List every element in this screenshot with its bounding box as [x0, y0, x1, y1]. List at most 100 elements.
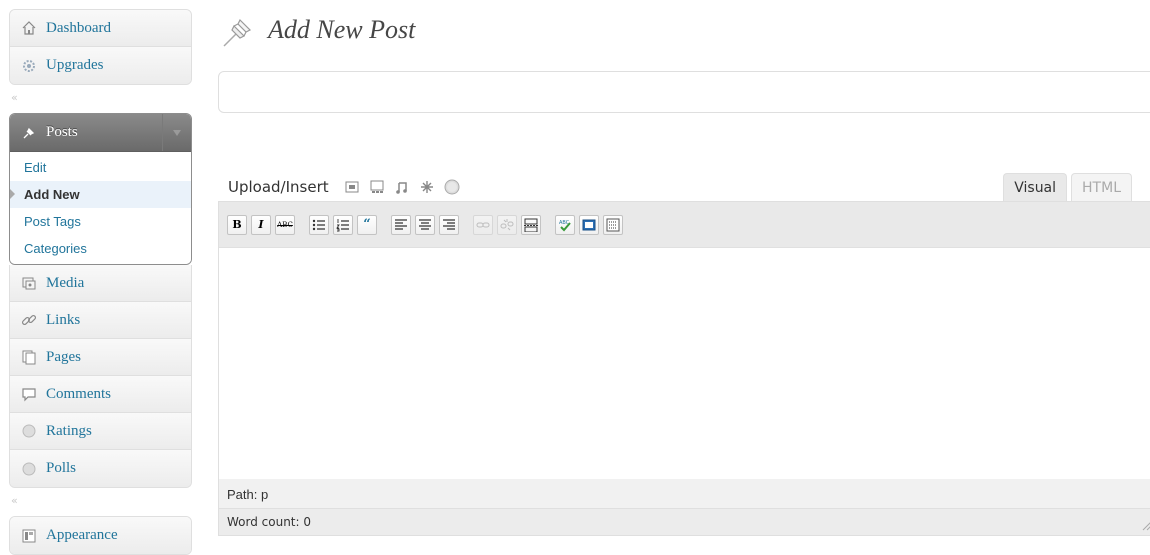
submenu-item-post-tags[interactable]: Post Tags	[10, 208, 191, 235]
kitchen-sink-button[interactable]	[603, 214, 623, 235]
sidebar-item-comments[interactable]: Comments	[10, 376, 191, 413]
content-menu-group: Media Links Pages Comments Ratings Polls	[9, 265, 192, 488]
editor-content-area[interactable]	[219, 248, 1150, 478]
submenu-item-label: Add New	[24, 187, 80, 202]
word-count-bar: Word count: 0	[218, 508, 1150, 536]
submenu-item-categories[interactable]: Categories	[10, 235, 191, 262]
top-menu-group: Dashboard Upgrades	[9, 9, 192, 85]
sidebar-item-label: Appearance	[46, 527, 118, 543]
collapse-menu-arrow[interactable]: «	[11, 91, 18, 104]
circle-icon	[20, 422, 38, 440]
post-editor: B I ABC “ ABC Path: p	[218, 201, 1150, 509]
sidebar-item-label: Media	[46, 274, 85, 291]
align-center-icon	[419, 218, 431, 230]
kitchen-sink-icon	[606, 218, 620, 231]
page-header: Add New Post	[218, 10, 415, 50]
align-left-icon	[395, 218, 407, 230]
upload-insert-label: Upload/Insert	[228, 178, 329, 196]
sidebar-item-label: Posts	[46, 124, 78, 140]
sidebar-item-upgrades[interactable]: Upgrades	[10, 47, 191, 84]
numbered-list-button[interactable]	[333, 214, 353, 235]
collapse-menu-arrow[interactable]: «	[11, 494, 18, 507]
image-icon[interactable]	[344, 179, 360, 195]
sparkle-icon[interactable]	[419, 179, 435, 195]
gear-icon	[20, 57, 38, 75]
sidebar-item-ratings[interactable]: Ratings	[10, 413, 191, 450]
insert-link-button[interactable]	[473, 214, 493, 235]
tab-html[interactable]: HTML	[1071, 173, 1132, 201]
sidebar-item-label: Ratings	[46, 422, 92, 439]
circle-icon[interactable]	[444, 179, 460, 195]
align-left-button[interactable]	[391, 214, 411, 235]
strikethrough-button[interactable]: ABC	[275, 214, 295, 235]
posts-toggle-button[interactable]	[162, 114, 191, 151]
unlink-icon	[500, 218, 514, 230]
submenu-item-label: Categories	[24, 241, 87, 256]
editor-path-bar: Path: p	[219, 479, 1150, 509]
page-title: Add New Post	[268, 15, 416, 44]
sidebar-item-links[interactable]: Links	[10, 302, 191, 339]
bold-button[interactable]: B	[227, 214, 247, 235]
submenu-item-label: Post Tags	[24, 214, 81, 229]
sidebar-item-label: Polls	[46, 460, 77, 476]
insert-more-button[interactable]	[521, 214, 541, 235]
chevron-down-icon	[173, 129, 181, 136]
sidebar-item-label: Links	[46, 311, 81, 328]
align-center-button[interactable]	[415, 214, 435, 235]
bullet-list-icon	[312, 219, 325, 230]
link-icon	[20, 311, 38, 329]
bullet-list-button[interactable]	[309, 214, 329, 235]
upload-insert-bar: Upload/Insert	[228, 176, 460, 198]
editor-tabs: Visual HTML	[999, 173, 1132, 201]
quote-icon: “	[363, 217, 371, 232]
house-icon	[20, 19, 38, 37]
menu-separator: «	[9, 85, 192, 113]
fullscreen-icon	[582, 219, 596, 230]
admin-sidebar: Dashboard Upgrades « Posts Edit Add New …	[9, 9, 192, 555]
sidebar-item-label: Dashboard	[46, 19, 111, 36]
sidebar-item-polls[interactable]: Polls	[10, 450, 191, 487]
numbered-list-icon	[336, 218, 349, 231]
posts-menu-group: Posts Edit Add New Post Tags Categories	[9, 113, 192, 265]
editor-toolbar: B I ABC “ ABC	[219, 202, 1150, 248]
sidebar-item-label: Upgrades	[46, 57, 104, 73]
appearance-icon	[20, 527, 38, 545]
italic-button[interactable]: I	[251, 214, 271, 235]
main-content: Add New Post Upload/Insert Visual HTML B…	[218, 0, 1150, 544]
submenu-item-add-new[interactable]: Add New	[10, 181, 191, 208]
align-right-button[interactable]	[439, 214, 459, 235]
pushpin-icon	[218, 8, 262, 52]
pushpin-icon	[20, 124, 38, 142]
sidebar-item-label: Comments	[46, 385, 112, 402]
media-icon	[20, 274, 38, 292]
circle-icon	[20, 460, 38, 478]
word-count: Word count: 0	[227, 515, 312, 529]
pages-icon	[20, 348, 38, 366]
appearance-menu-group: Appearance	[9, 516, 192, 555]
posts-submenu: Edit Add New Post Tags Categories	[10, 151, 191, 264]
link-icon	[476, 222, 490, 227]
tab-visual[interactable]: Visual	[1003, 173, 1068, 201]
comment-icon	[20, 385, 38, 403]
align-right-icon	[443, 218, 455, 230]
resize-handle-icon[interactable]	[1140, 519, 1150, 531]
more-tag-icon	[524, 218, 538, 232]
music-icon[interactable]	[394, 179, 410, 195]
spellcheck-button[interactable]: ABC	[555, 214, 575, 235]
blockquote-button[interactable]: “	[357, 214, 377, 235]
post-title-input[interactable]	[218, 71, 1150, 113]
sidebar-item-posts[interactable]: Posts	[10, 114, 191, 151]
fullscreen-button[interactable]	[579, 214, 599, 235]
path-label: Path: p	[227, 486, 269, 502]
sidebar-item-pages[interactable]: Pages	[10, 339, 191, 376]
sidebar-item-appearance[interactable]: Appearance	[10, 517, 191, 554]
sidebar-item-label: Pages	[46, 348, 81, 365]
gallery-icon[interactable]	[369, 179, 385, 195]
spellcheck-icon: ABC	[559, 220, 571, 231]
sidebar-item-dashboard[interactable]: Dashboard	[10, 10, 191, 47]
unlink-button[interactable]	[497, 214, 517, 235]
menu-separator: «	[9, 488, 192, 516]
submenu-item-edit[interactable]: Edit	[10, 154, 191, 181]
submenu-item-label: Edit	[24, 160, 47, 175]
sidebar-item-media[interactable]: Media	[10, 265, 191, 302]
